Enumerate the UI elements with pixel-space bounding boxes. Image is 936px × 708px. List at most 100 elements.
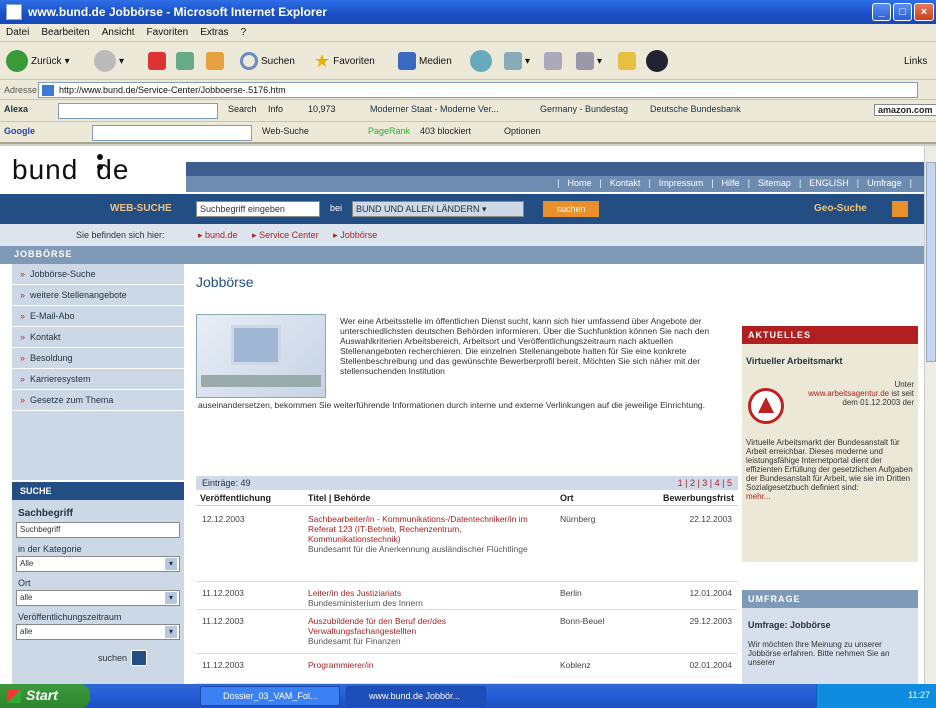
nav-email-abo[interactable]: » E-Mail-Abo — [12, 306, 184, 327]
topnav-impressum[interactable]: Impressum — [659, 178, 704, 188]
close-button[interactable]: × — [914, 3, 934, 21]
alexa-link-bundesbank[interactable]: Deutsche Bundesbank — [650, 104, 741, 114]
breadcrumb-bund[interactable]: bund.de — [205, 230, 238, 240]
ort-select[interactable]: alle ▾ — [16, 590, 180, 606]
nav-kontakt[interactable]: » Kontakt — [12, 327, 184, 348]
refresh-button[interactable] — [176, 48, 194, 74]
messenger-icon — [646, 50, 668, 72]
umfrage-title: UMFRAGE — [742, 590, 918, 608]
arbeitsagentur-link[interactable]: www.arbeitsagentur.de — [808, 389, 889, 398]
mehr-link[interactable]: mehr... — [746, 492, 770, 501]
nav-gesetze[interactable]: » Gesetze zum Thema — [12, 390, 184, 411]
nav-weitere-stellen[interactable]: » weitere Stellenangebote — [12, 285, 184, 306]
site-search-input[interactable]: Suchbegriff eingeben — [196, 201, 320, 217]
nav-jobboerse-suche[interactable]: » Jobbörse-Suche — [12, 264, 184, 285]
edit-button[interactable]: ▾ — [576, 48, 602, 74]
address-input[interactable]: http://www.bund.de/Service-Center/Jobboe… — [38, 82, 918, 98]
refresh-icon — [176, 52, 194, 70]
job-link[interactable]: Auszubildende für den Beruf der/des Verw… — [308, 616, 446, 636]
start-button[interactable]: Start — [0, 684, 90, 708]
left-search-panel: SUCHE Sachbegriff Suchbegriff in der Kat… — [12, 482, 184, 684]
col-ort[interactable]: Ort — [560, 493, 574, 503]
magnifier-icon — [131, 650, 148, 666]
site-search-button[interactable]: suchen — [543, 201, 599, 217]
topnav-kontakt[interactable]: Kontakt — [610, 178, 641, 188]
media-button[interactable]: Medien — [398, 48, 452, 74]
menu-ansicht[interactable]: Ansicht — [96, 24, 141, 38]
menu-bar: Datei Bearbeiten Ansicht Favoriten Extras? — [0, 24, 936, 42]
forward-button[interactable]: ▾ — [94, 48, 124, 74]
left-navigation: » Jobbörse-Suche » weitere Stellenangebote… — [12, 264, 184, 480]
links-label[interactable]: Links — [904, 48, 927, 74]
vertical-scrollbar[interactable] — [924, 146, 936, 684]
topnav-sitemap[interactable]: Sitemap — [758, 178, 791, 188]
task-ie[interactable]: www.bund.de Jobbör... — [346, 686, 486, 706]
popup-blocker[interactable]: 403 blockiert — [420, 126, 471, 136]
col-frist[interactable]: Bewerbungsfrist — [663, 493, 734, 503]
star-icon: ★ — [314, 50, 331, 71]
messenger-button[interactable] — [646, 48, 668, 74]
site-logo[interactable]: bund de — [12, 154, 129, 186]
folder-button[interactable] — [618, 48, 636, 74]
alexa-button[interactable]: Alexa — [4, 104, 28, 114]
geo-search-icon[interactable] — [892, 201, 908, 217]
google-toolbar: Google Web-Suche PageRank 403 blockiert … — [0, 122, 936, 144]
google-websearch-button[interactable]: Web-Suche — [262, 126, 309, 136]
breadcrumb-lead: Sie befinden sich hier: — [76, 230, 165, 240]
topnav-hilfe[interactable]: Hilfe — [722, 178, 740, 188]
geo-search-link[interactable]: Geo-Suche — [814, 203, 867, 214]
search-button[interactable]: Suchen — [240, 48, 295, 74]
window-title: www.bund.de Jobbörse - Microsoft Interne… — [28, 5, 327, 19]
menu-help[interactable]: ? — [235, 24, 253, 38]
alexa-search-input[interactable] — [58, 103, 218, 119]
col-veroeffentlichung[interactable]: Veröffentlichung — [200, 493, 271, 503]
taskbar: Start Dossier_03_VAM_Fol... www.bund.de … — [0, 684, 936, 708]
title-bar: www.bund.de Jobbörse - Microsoft Interne… — [0, 0, 936, 24]
job-link[interactable]: Programmierer/in — [308, 660, 374, 670]
scroll-thumb[interactable] — [926, 162, 936, 362]
pagination[interactable]: 1 | 2 | 3 | 4 | 5 — [678, 478, 732, 488]
minimize-button[interactable]: _ — [872, 3, 891, 21]
zeitraum-select[interactable]: alle ▾ — [16, 624, 180, 640]
favorites-button[interactable]: ★ Favoriten — [314, 48, 375, 74]
topnav-english[interactable]: ENGLISH — [809, 178, 849, 188]
kategorie-select[interactable]: Alle ▾ — [16, 556, 180, 572]
breadcrumb-service-center[interactable]: Service Center — [259, 230, 319, 240]
nav-karrieresystem[interactable]: » Karrieresystem — [12, 369, 184, 390]
back-button[interactable]: Zurück ▾ — [6, 48, 70, 74]
alexa-search-button[interactable]: Search — [228, 104, 257, 114]
col-titel[interactable]: Titel | Behörde — [308, 493, 370, 503]
menu-extras[interactable]: Extras — [194, 24, 234, 38]
menu-favoriten[interactable]: Favoriten — [141, 24, 195, 38]
amazon-button[interactable]: amazon.com — [874, 104, 936, 116]
mail-button[interactable]: ▾ — [504, 48, 530, 74]
sachbegriff-input[interactable]: Suchbegriff — [16, 522, 180, 538]
topnav-home[interactable]: Home — [567, 178, 591, 188]
print-button[interactable] — [544, 48, 562, 74]
back-arrow-icon — [6, 50, 28, 72]
alexa-link-bundestag[interactable]: Germany - Bundestag — [540, 104, 628, 114]
google-options-button[interactable]: Optionen — [504, 126, 541, 136]
google-logo[interactable]: Google — [4, 126, 35, 136]
job-link[interactable]: Leiter/in des Justiziariats — [308, 588, 401, 598]
menu-datei[interactable]: Datei — [0, 24, 35, 38]
home-button[interactable] — [206, 48, 224, 74]
maximize-button[interactable]: □ — [893, 3, 912, 21]
menu-bearbeiten[interactable]: Bearbeiten — [35, 24, 95, 38]
alexa-info-button[interactable]: Info — [268, 104, 283, 114]
alexa-related[interactable]: Moderner Staat - Moderne Ver... — [370, 104, 499, 114]
aktuelles-box: AKTUELLES Virtueller Arbeitsmarkt Unter w… — [742, 326, 918, 562]
topnav-umfrage[interactable]: Umfrage — [867, 178, 902, 188]
forward-arrow-icon — [94, 50, 116, 72]
google-search-input[interactable] — [92, 125, 252, 141]
scope-select[interactable]: BUND UND ALLEN LÄNDERN ▾ — [352, 201, 524, 217]
job-agency: Bundesamt für Finanzen — [308, 636, 401, 646]
table-row: 11.12.2003 Programmierer/in Koblenz 02.0… — [196, 654, 738, 684]
task-dossier[interactable]: Dossier_03_VAM_Fol... — [200, 686, 340, 706]
stop-button[interactable] — [148, 48, 166, 74]
nav-besoldung[interactable]: » Besoldung — [12, 348, 184, 369]
left-search-button[interactable]: suchen — [98, 650, 148, 666]
history-button[interactable] — [470, 48, 492, 74]
job-link[interactable]: Sachbearbeiter/in - Kommunikations-/Date… — [308, 514, 528, 544]
breadcrumb-jobboerse[interactable]: Jobbörse — [340, 230, 377, 240]
